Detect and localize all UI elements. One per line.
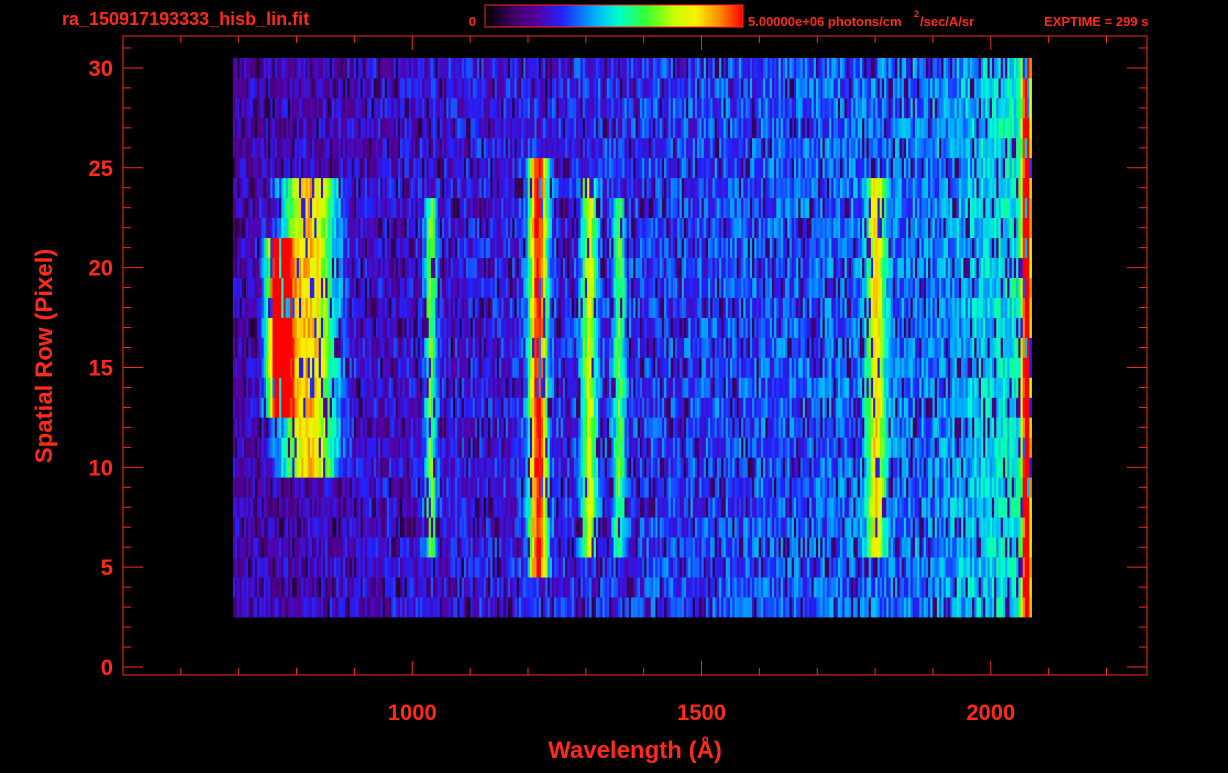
colorbar-units: /sec/A/sr: [920, 14, 974, 29]
chart-canvas: ra_150917193333_hisb_lin.fit 0 5.00000e+…: [31, 4, 1148, 764]
image-pixel: [1029, 357, 1032, 378]
spectral-image-chart: ra_150917193333_hisb_lin.fit 0 5.00000e+…: [0, 0, 1228, 768]
image-pixel: [1029, 377, 1032, 398]
spectral-image: [232, 58, 1032, 618]
colorbar: [484, 4, 744, 28]
image-pixel: [1029, 577, 1032, 598]
colorbar-units-exponent: 2: [914, 9, 919, 19]
image-pixel: [1029, 437, 1032, 458]
image-pixel: [1029, 557, 1032, 578]
colorbar-max-label: 5.00000e+06 photons/cm: [748, 14, 902, 29]
image-pixel: [1029, 537, 1032, 558]
image-pixel: [1029, 517, 1032, 538]
colorbar-min-label: 0: [469, 14, 476, 29]
image-pixel: [1029, 397, 1032, 418]
image-pixel: [1029, 497, 1032, 518]
file-name: ra_150917193333_hisb_lin.fit: [62, 9, 309, 29]
image-pixel: [1029, 417, 1032, 438]
image-pixel: [1029, 597, 1032, 618]
exptime-label: EXPTIME = 299 s: [1044, 14, 1148, 29]
image-pixel: [1029, 457, 1032, 478]
image-pixel: [1029, 477, 1032, 498]
